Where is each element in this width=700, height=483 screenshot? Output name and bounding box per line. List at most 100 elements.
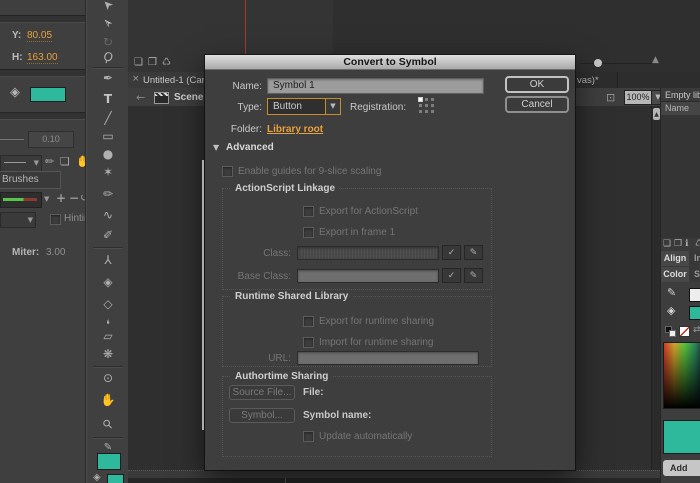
tab-color[interactable]: Color [661, 267, 689, 282]
dialog-title-bar[interactable]: Convert to Symbol [205, 55, 575, 70]
fill-color-swatch[interactable] [689, 306, 700, 320]
folder-link[interactable]: Library root [267, 124, 323, 135]
info-icon[interactable]: ℹ [685, 239, 688, 249]
cancel-button[interactable]: Cancel [505, 96, 569, 113]
eyedropper-tool[interactable]: ❜ [87, 312, 129, 325]
registration-grid[interactable] [419, 98, 435, 114]
nine-slice-checkbox[interactable] [222, 166, 233, 177]
hinting-checkbox[interactable] [50, 214, 61, 225]
registration-point[interactable] [431, 104, 434, 107]
fill-color-well[interactable] [97, 453, 121, 470]
tab-partial[interactable]: vas)* [575, 72, 618, 88]
pencil-tool[interactable]: ✏ [87, 188, 129, 201]
brushes-button[interactable]: Brushes [0, 171, 61, 189]
chevron-down-icon[interactable]: ▼ [44, 195, 49, 203]
registration-point[interactable] [419, 110, 422, 113]
stroke-style-dropdown[interactable]: ▼ [0, 155, 42, 172]
brush-tool[interactable]: ∿ [87, 209, 129, 222]
bone-tool[interactable]: ⅄ [87, 254, 129, 267]
copy-stroke-icon[interactable]: ❏ [60, 155, 70, 168]
scrollbar-thumb[interactable]: ▲ [653, 108, 660, 120]
advanced-label[interactable]: Advanced [226, 142, 274, 153]
tab-swatches[interactable]: Swatches [690, 267, 700, 282]
text-tool[interactable]: T [87, 93, 129, 106]
color-picker-field[interactable] [663, 342, 700, 409]
back-arrow-icon[interactable]: ← [136, 91, 145, 104]
symbol-button[interactable]: Symbol... [229, 408, 295, 423]
deco-tool[interactable]: ❋ [87, 348, 129, 361]
paint-bucket-tool[interactable]: ◈ [87, 276, 129, 289]
update-automatically-checkbox[interactable] [303, 431, 314, 442]
eraser-tool[interactable]: ▱ [87, 330, 129, 343]
library-name-column-header[interactable]: Name [661, 101, 700, 116]
cap-dropdown[interactable]: ▼ [0, 212, 36, 228]
swatch-partial[interactable] [107, 474, 124, 483]
export-for-actionscript-checkbox[interactable] [303, 206, 314, 217]
trash-icon[interactable]: ♺ [695, 239, 700, 249]
center-frame-icon[interactable]: ⊡ [606, 91, 615, 104]
base-class-input[interactable] [297, 269, 439, 283]
ink-bottle-swatch-icon[interactable]: ◈ [93, 472, 101, 483]
validate-base-class-button[interactable]: ✓ [442, 268, 461, 283]
close-icon[interactable]: × [132, 74, 140, 84]
import-runtime-checkbox[interactable] [303, 337, 314, 348]
advanced-disclosure-icon[interactable]: ▼ [213, 143, 219, 152]
default-colors-icon[interactable] [665, 326, 674, 335]
folder-icon[interactable]: ❒ [674, 239, 682, 249]
line-tool[interactable]: ╱ [87, 112, 129, 125]
new-item-icon[interactable]: ❏ [134, 57, 143, 68]
edit-class-button[interactable]: ✎ [464, 245, 483, 260]
stage-zoom-value[interactable]: 100% [624, 90, 652, 105]
y-field-value[interactable]: 80.05 [27, 30, 52, 42]
edit-base-class-button[interactable]: ✎ [464, 268, 483, 283]
registration-point[interactable] [431, 98, 434, 101]
type-dropdown[interactable]: Button ▼ [267, 98, 341, 115]
swap-colors-icon[interactable]: ⇄ [693, 325, 700, 335]
h-field-value[interactable]: 163.00 [27, 52, 58, 64]
class-input[interactable] [297, 246, 439, 260]
type-dropdown-arrow[interactable]: ▼ [325, 99, 340, 114]
miter-value[interactable]: 3.00 [46, 247, 65, 258]
validate-class-button[interactable]: ✓ [442, 245, 461, 260]
oval-tool[interactable]: ● [87, 148, 129, 161]
fill-bucket-icon[interactable]: ◈ [667, 304, 675, 317]
tab-align[interactable]: Align [661, 251, 689, 266]
ok-button[interactable]: OK [505, 76, 569, 93]
new-folder-icon[interactable]: ❒ [148, 57, 157, 68]
stroke-color-swatch[interactable] [689, 288, 700, 302]
polystar-tool[interactable]: ✶ [87, 166, 129, 179]
camera-tool[interactable]: ⊙ [87, 372, 129, 385]
brush-preview[interactable] [0, 192, 42, 208]
clone-icon[interactable]: ❏ [663, 239, 671, 249]
edit-stroke-style-icon[interactable]: ✏ [45, 155, 54, 168]
pen-tool[interactable]: ✒ [87, 72, 129, 85]
remove-brush-icon[interactable]: − [69, 191, 79, 205]
registration-point[interactable] [419, 104, 422, 107]
hand-tool[interactable]: ✋ [87, 394, 129, 407]
stroke-color-icon[interactable]: ✎ [667, 286, 676, 299]
registration-point[interactable] [425, 110, 428, 113]
fill-color-swatch[interactable] [30, 87, 66, 102]
source-file-button[interactable]: Source File... [229, 385, 295, 400]
rectangle-tool[interactable]: ▭ [87, 130, 129, 143]
timeline-zoom-track[interactable] [580, 63, 652, 64]
registration-point[interactable] [431, 110, 434, 113]
registration-point-selected[interactable] [419, 98, 422, 101]
url-input[interactable] [297, 351, 479, 365]
tab-info[interactable]: Info [690, 251, 700, 266]
library-empty-list[interactable] [661, 115, 700, 238]
add-brush-icon[interactable]: + [56, 191, 66, 205]
pressure-icon[interactable]: ✋ [76, 155, 86, 168]
ink-bottle-tool[interactable]: ◇ [87, 298, 129, 311]
symbol-name-input[interactable]: Symbol 1 [267, 78, 484, 94]
registration-point[interactable] [425, 104, 428, 107]
stroke-weight-input[interactable]: 0.10 [28, 131, 74, 148]
timeline-zoom-knob[interactable] [594, 59, 602, 67]
registration-point[interactable] [425, 98, 428, 101]
export-runtime-checkbox[interactable] [303, 316, 314, 327]
trash-icon[interactable]: ♺ [162, 57, 171, 68]
no-color-icon[interactable] [679, 326, 690, 337]
stroke-slider-track[interactable] [0, 139, 24, 140]
add-button[interactable]: Add [663, 460, 700, 476]
zoom-max-icon[interactable]: ▲ [652, 55, 659, 65]
